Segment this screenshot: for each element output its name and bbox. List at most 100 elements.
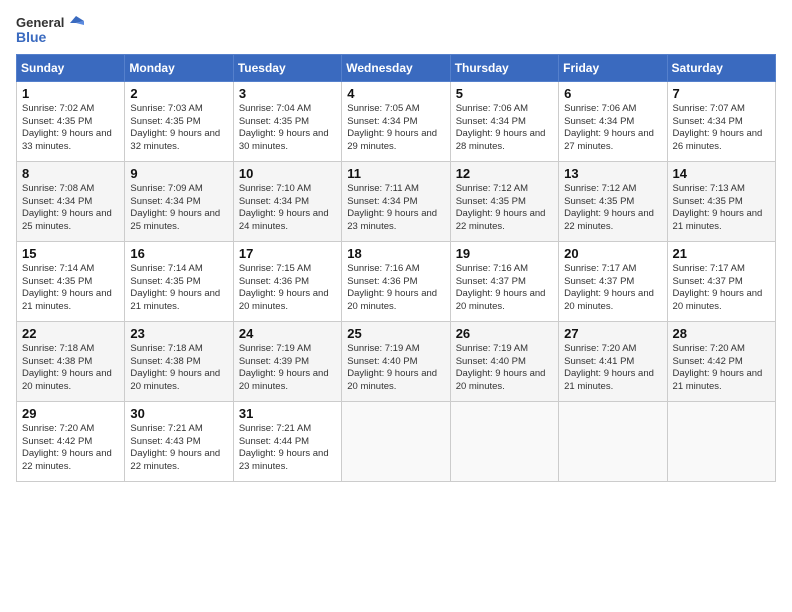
week-row-3: 15 Sunrise: 7:14 AMSunset: 4:35 PMDaylig…: [17, 241, 776, 321]
day-number: 23: [130, 326, 227, 341]
weekday-header-thursday: Thursday: [450, 54, 558, 81]
day-info: Sunrise: 7:06 AMSunset: 4:34 PMDaylight:…: [564, 103, 654, 152]
weekday-header-saturday: Saturday: [667, 54, 775, 81]
calendar-cell: 15 Sunrise: 7:14 AMSunset: 4:35 PMDaylig…: [17, 241, 125, 321]
weekday-header-row: SundayMondayTuesdayWednesdayThursdayFrid…: [17, 54, 776, 81]
logo-general: General: [16, 16, 64, 30]
day-info: Sunrise: 7:14 AMSunset: 4:35 PMDaylight:…: [130, 263, 220, 312]
calendar-cell: 14 Sunrise: 7:13 AMSunset: 4:35 PMDaylig…: [667, 161, 775, 241]
weekday-header-wednesday: Wednesday: [342, 54, 450, 81]
week-row-4: 22 Sunrise: 7:18 AMSunset: 4:38 PMDaylig…: [17, 321, 776, 401]
day-info: Sunrise: 7:16 AMSunset: 4:36 PMDaylight:…: [347, 263, 437, 312]
day-number: 1: [22, 86, 119, 101]
calendar-cell: 28 Sunrise: 7:20 AMSunset: 4:42 PMDaylig…: [667, 321, 775, 401]
day-info: Sunrise: 7:16 AMSunset: 4:37 PMDaylight:…: [456, 263, 546, 312]
day-number: 12: [456, 166, 553, 181]
calendar-cell: 7 Sunrise: 7:07 AMSunset: 4:34 PMDayligh…: [667, 81, 775, 161]
day-info: Sunrise: 7:19 AMSunset: 4:40 PMDaylight:…: [456, 343, 546, 392]
calendar-cell: [342, 401, 450, 481]
day-number: 5: [456, 86, 553, 101]
day-number: 10: [239, 166, 336, 181]
calendar-cell: 25 Sunrise: 7:19 AMSunset: 4:40 PMDaylig…: [342, 321, 450, 401]
day-info: Sunrise: 7:14 AMSunset: 4:35 PMDaylight:…: [22, 263, 112, 312]
calendar-cell: 8 Sunrise: 7:08 AMSunset: 4:34 PMDayligh…: [17, 161, 125, 241]
day-info: Sunrise: 7:19 AMSunset: 4:39 PMDaylight:…: [239, 343, 329, 392]
day-info: Sunrise: 7:05 AMSunset: 4:34 PMDaylight:…: [347, 103, 437, 152]
day-info: Sunrise: 7:09 AMSunset: 4:34 PMDaylight:…: [130, 183, 220, 232]
calendar-cell: 31 Sunrise: 7:21 AMSunset: 4:44 PMDaylig…: [233, 401, 341, 481]
calendar-cell: [667, 401, 775, 481]
day-number: 13: [564, 166, 661, 181]
calendar-cell: 26 Sunrise: 7:19 AMSunset: 4:40 PMDaylig…: [450, 321, 558, 401]
day-number: 28: [673, 326, 770, 341]
calendar-cell: 19 Sunrise: 7:16 AMSunset: 4:37 PMDaylig…: [450, 241, 558, 321]
day-number: 4: [347, 86, 444, 101]
calendar-cell: 4 Sunrise: 7:05 AMSunset: 4:34 PMDayligh…: [342, 81, 450, 161]
calendar-cell: 21 Sunrise: 7:17 AMSunset: 4:37 PMDaylig…: [667, 241, 775, 321]
day-number: 30: [130, 406, 227, 421]
week-row-2: 8 Sunrise: 7:08 AMSunset: 4:34 PMDayligh…: [17, 161, 776, 241]
logo-blue: Blue: [16, 30, 46, 45]
logo-bird-icon: [66, 16, 84, 30]
day-info: Sunrise: 7:19 AMSunset: 4:40 PMDaylight:…: [347, 343, 437, 392]
day-info: Sunrise: 7:12 AMSunset: 4:35 PMDaylight:…: [564, 183, 654, 232]
day-info: Sunrise: 7:21 AMSunset: 4:44 PMDaylight:…: [239, 423, 329, 472]
day-number: 18: [347, 246, 444, 261]
day-number: 3: [239, 86, 336, 101]
weekday-header-monday: Monday: [125, 54, 233, 81]
day-info: Sunrise: 7:20 AMSunset: 4:42 PMDaylight:…: [673, 343, 763, 392]
day-info: Sunrise: 7:02 AMSunset: 4:35 PMDaylight:…: [22, 103, 112, 152]
day-info: Sunrise: 7:11 AMSunset: 4:34 PMDaylight:…: [347, 183, 437, 232]
day-number: 14: [673, 166, 770, 181]
calendar-cell: 24 Sunrise: 7:19 AMSunset: 4:39 PMDaylig…: [233, 321, 341, 401]
day-info: Sunrise: 7:04 AMSunset: 4:35 PMDaylight:…: [239, 103, 329, 152]
day-number: 25: [347, 326, 444, 341]
logo-container: General Blue: [16, 16, 84, 46]
day-info: Sunrise: 7:03 AMSunset: 4:35 PMDaylight:…: [130, 103, 220, 152]
day-info: Sunrise: 7:18 AMSunset: 4:38 PMDaylight:…: [130, 343, 220, 392]
day-number: 27: [564, 326, 661, 341]
page-header: General Blue: [16, 16, 776, 46]
calendar-cell: 30 Sunrise: 7:21 AMSunset: 4:43 PMDaylig…: [125, 401, 233, 481]
day-info: Sunrise: 7:18 AMSunset: 4:38 PMDaylight:…: [22, 343, 112, 392]
day-number: 29: [22, 406, 119, 421]
day-info: Sunrise: 7:21 AMSunset: 4:43 PMDaylight:…: [130, 423, 220, 472]
calendar-cell: 22 Sunrise: 7:18 AMSunset: 4:38 PMDaylig…: [17, 321, 125, 401]
weekday-header-tuesday: Tuesday: [233, 54, 341, 81]
day-info: Sunrise: 7:07 AMSunset: 4:34 PMDaylight:…: [673, 103, 763, 152]
calendar-cell: 13 Sunrise: 7:12 AMSunset: 4:35 PMDaylig…: [559, 161, 667, 241]
day-info: Sunrise: 7:17 AMSunset: 4:37 PMDaylight:…: [564, 263, 654, 312]
day-info: Sunrise: 7:20 AMSunset: 4:41 PMDaylight:…: [564, 343, 654, 392]
day-number: 31: [239, 406, 336, 421]
day-info: Sunrise: 7:10 AMSunset: 4:34 PMDaylight:…: [239, 183, 329, 232]
calendar-cell: 2 Sunrise: 7:03 AMSunset: 4:35 PMDayligh…: [125, 81, 233, 161]
day-info: Sunrise: 7:17 AMSunset: 4:37 PMDaylight:…: [673, 263, 763, 312]
day-number: 16: [130, 246, 227, 261]
day-number: 24: [239, 326, 336, 341]
day-info: Sunrise: 7:08 AMSunset: 4:34 PMDaylight:…: [22, 183, 112, 232]
logo: General Blue: [16, 16, 84, 46]
week-row-1: 1 Sunrise: 7:02 AMSunset: 4:35 PMDayligh…: [17, 81, 776, 161]
calendar-cell: 16 Sunrise: 7:14 AMSunset: 4:35 PMDaylig…: [125, 241, 233, 321]
calendar-cell: 5 Sunrise: 7:06 AMSunset: 4:34 PMDayligh…: [450, 81, 558, 161]
day-info: Sunrise: 7:06 AMSunset: 4:34 PMDaylight:…: [456, 103, 546, 152]
calendar-cell: 18 Sunrise: 7:16 AMSunset: 4:36 PMDaylig…: [342, 241, 450, 321]
day-number: 21: [673, 246, 770, 261]
week-row-5: 29 Sunrise: 7:20 AMSunset: 4:42 PMDaylig…: [17, 401, 776, 481]
day-info: Sunrise: 7:15 AMSunset: 4:36 PMDaylight:…: [239, 263, 329, 312]
calendar-cell: 6 Sunrise: 7:06 AMSunset: 4:34 PMDayligh…: [559, 81, 667, 161]
day-number: 9: [130, 166, 227, 181]
weekday-header-friday: Friday: [559, 54, 667, 81]
calendar-cell: 11 Sunrise: 7:11 AMSunset: 4:34 PMDaylig…: [342, 161, 450, 241]
day-number: 20: [564, 246, 661, 261]
calendar-cell: 1 Sunrise: 7:02 AMSunset: 4:35 PMDayligh…: [17, 81, 125, 161]
calendar-cell: 29 Sunrise: 7:20 AMSunset: 4:42 PMDaylig…: [17, 401, 125, 481]
day-number: 11: [347, 166, 444, 181]
day-info: Sunrise: 7:12 AMSunset: 4:35 PMDaylight:…: [456, 183, 546, 232]
day-number: 8: [22, 166, 119, 181]
calendar-cell: [559, 401, 667, 481]
calendar-cell: 27 Sunrise: 7:20 AMSunset: 4:41 PMDaylig…: [559, 321, 667, 401]
calendar-cell: 23 Sunrise: 7:18 AMSunset: 4:38 PMDaylig…: [125, 321, 233, 401]
calendar-cell: 10 Sunrise: 7:10 AMSunset: 4:34 PMDaylig…: [233, 161, 341, 241]
day-number: 15: [22, 246, 119, 261]
